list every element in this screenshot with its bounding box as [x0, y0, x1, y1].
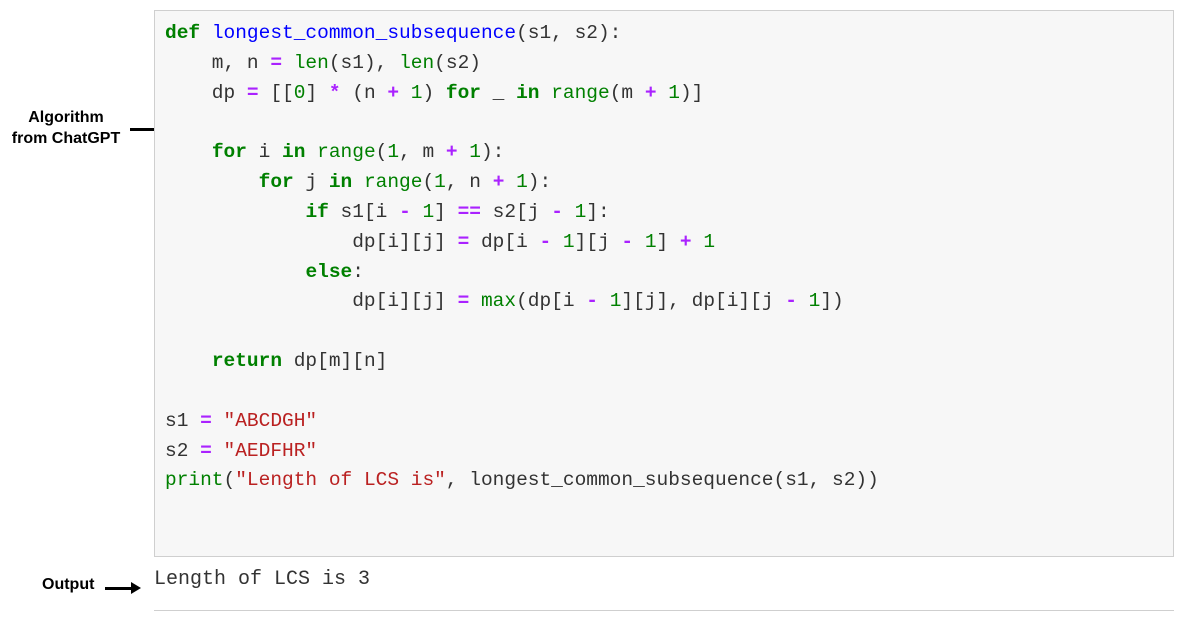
arrow-icon	[105, 582, 141, 594]
algorithm-label: Algorithmfrom ChatGPT	[8, 108, 124, 150]
keyword-def: def	[165, 22, 200, 44]
output-text: Length of LCS is 3	[154, 568, 370, 591]
code-block: def longest_common_subsequence(s1, s2): …	[154, 10, 1174, 557]
output-label: Output	[42, 576, 94, 594]
params: (s1, s2):	[516, 22, 621, 44]
function-name: longest_common_subsequence	[212, 22, 516, 44]
divider	[154, 610, 1174, 611]
